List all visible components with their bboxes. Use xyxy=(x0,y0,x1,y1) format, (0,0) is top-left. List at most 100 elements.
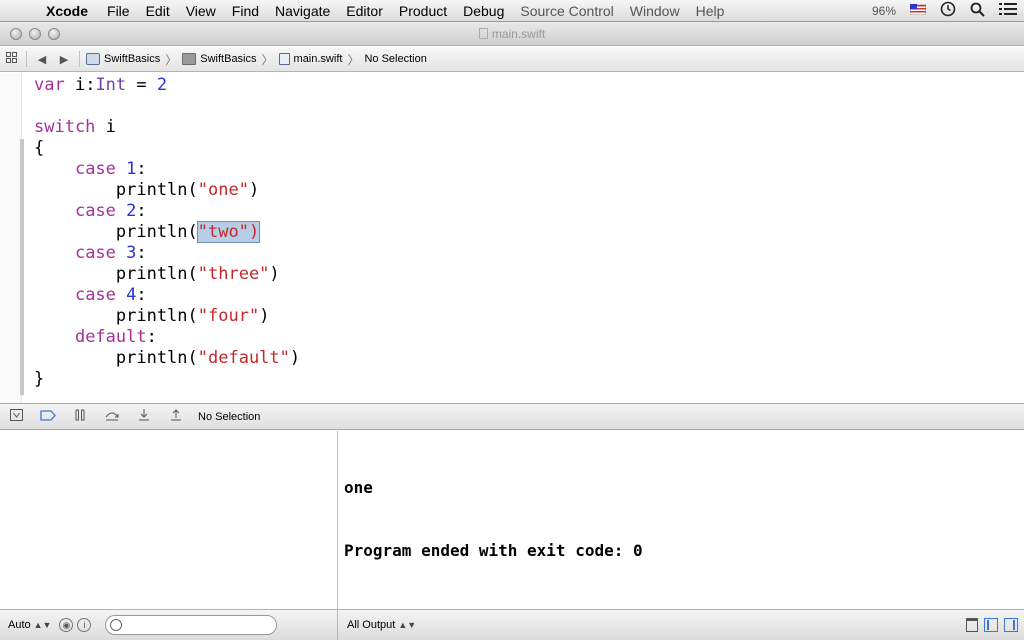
quick-look-eye-icon[interactable]: ◉ xyxy=(59,618,74,632)
code-line[interactable]: println("one") xyxy=(34,180,300,201)
zoom-window-button[interactable] xyxy=(48,27,60,40)
code-token: ) xyxy=(248,180,260,200)
menu-view[interactable]: View xyxy=(178,3,224,19)
variables-scope-popup[interactable]: Auto ▲▼ xyxy=(8,619,51,631)
variables-view[interactable] xyxy=(0,431,338,609)
minimize-window-button[interactable] xyxy=(29,27,41,40)
related-items-grid-icon[interactable] xyxy=(0,52,22,66)
code-token: : xyxy=(136,159,147,179)
breakpoints-toggle-icon[interactable] xyxy=(32,409,64,424)
code-line[interactable]: println("three") xyxy=(34,264,300,285)
code-line[interactable]: println("four") xyxy=(34,306,300,327)
code-line[interactable]: default: xyxy=(34,327,300,348)
step-over-icon[interactable] xyxy=(96,409,128,424)
breadcrumb-label: SwiftBasics xyxy=(104,53,161,65)
flag-icon[interactable] xyxy=(903,3,933,18)
time-machine-icon[interactable] xyxy=(933,1,963,20)
menu-source-control[interactable]: Source Control xyxy=(512,3,621,19)
code-token: 3 xyxy=(126,243,137,263)
output-filter-label: All Output xyxy=(347,619,396,631)
editor-gutter[interactable] xyxy=(0,73,22,403)
menu-product[interactable]: Product xyxy=(391,3,455,19)
code-line[interactable]: { xyxy=(34,138,300,159)
code-token: switch xyxy=(34,117,96,137)
show-console-view-icon[interactable] xyxy=(1004,618,1018,632)
hide-debug-area-icon[interactable] xyxy=(0,409,32,424)
code-token: Int xyxy=(95,75,127,95)
code-token: default xyxy=(74,327,147,347)
code-token: : xyxy=(136,243,147,263)
breadcrumb-chevron-icon: 〉 xyxy=(165,52,178,67)
console-line: Program ended with exit code: 0 xyxy=(344,541,643,560)
breadcrumb-file[interactable]: main.swift xyxy=(277,53,345,65)
spotlight-search-icon[interactable] xyxy=(963,2,992,20)
code-line[interactable]: println("two") xyxy=(34,221,300,243)
code-token: case xyxy=(74,243,116,263)
menu-xcode[interactable]: Xcode xyxy=(40,3,99,19)
back-arrow-icon[interactable]: ◀ xyxy=(31,53,53,66)
code-token: = xyxy=(126,75,157,95)
code-line[interactable]: } xyxy=(34,369,300,390)
code-token: case xyxy=(74,285,116,305)
menu-edit[interactable]: Edit xyxy=(138,3,178,19)
swift-file-icon xyxy=(278,53,290,65)
menu-window[interactable]: Window xyxy=(622,3,688,19)
forward-arrow-icon[interactable]: ▶ xyxy=(53,53,75,66)
clear-console-trash-icon[interactable] xyxy=(966,618,978,632)
breadcrumb-project[interactable]: SwiftBasics xyxy=(84,53,162,65)
menu-file[interactable]: File xyxy=(99,3,138,19)
breadcrumb-label: SwiftBasics xyxy=(200,53,257,65)
code-token: println( xyxy=(34,180,198,200)
swift-file-icon xyxy=(478,27,488,39)
variables-scope-label: Auto xyxy=(8,619,31,631)
code-line[interactable]: switch i xyxy=(34,117,300,138)
code-text[interactable]: var i:Int = 2 switch i{ case 1: println("… xyxy=(34,75,300,390)
debug-bar: No Selection xyxy=(0,403,1024,430)
debug-footer-bar: Auto ▲▼ ◉ i All Output ▲▼ xyxy=(0,609,1024,640)
console-output[interactable]: one Program ended with exit code: 0 xyxy=(339,431,1024,609)
window-title: main.swift xyxy=(0,27,1024,41)
code-line[interactable]: var i:Int = 2 xyxy=(34,75,300,96)
code-folding-ribbon[interactable] xyxy=(20,139,24,395)
code-line[interactable]: case 3: xyxy=(34,243,300,264)
code-token: "default" xyxy=(197,348,290,368)
jump-bar-divider xyxy=(26,51,27,67)
code-token: ) xyxy=(289,348,301,368)
output-filter-popup[interactable]: All Output ▲▼ xyxy=(347,619,416,631)
window-controls xyxy=(0,27,60,40)
code-token: 2 xyxy=(126,201,137,221)
step-out-icon[interactable] xyxy=(160,409,192,424)
code-line[interactable] xyxy=(34,96,300,117)
code-line[interactable]: case 2: xyxy=(34,201,300,222)
show-variables-view-icon[interactable] xyxy=(984,618,998,632)
menu-debug[interactable]: Debug xyxy=(455,3,512,19)
variables-filter-field[interactable] xyxy=(105,615,278,635)
code-token: println( xyxy=(34,306,198,326)
notification-center-icon[interactable] xyxy=(992,2,1024,19)
console-tools xyxy=(966,618,1024,632)
menu-find[interactable]: Find xyxy=(224,3,267,19)
code-token: { xyxy=(34,138,45,158)
menu-navigate[interactable]: Navigate xyxy=(267,3,338,19)
menu-help[interactable]: Help xyxy=(688,3,733,19)
breadcrumb-group[interactable]: SwiftBasics xyxy=(180,53,258,65)
step-into-icon[interactable] xyxy=(128,409,160,424)
code-token: "three" xyxy=(197,264,270,284)
source-editor[interactable]: var i:Int = 2 switch i{ case 1: println("… xyxy=(0,73,1024,403)
code-line[interactable]: println("default") xyxy=(34,348,300,369)
breadcrumb-symbol[interactable]: No Selection xyxy=(362,53,428,65)
code-line[interactable]: case 1: xyxy=(34,159,300,180)
window-title-bar: main.swift xyxy=(0,22,1024,46)
code-line[interactable]: case 4: xyxy=(34,285,300,306)
info-icon[interactable]: i xyxy=(77,618,92,632)
menu-editor[interactable]: Editor xyxy=(338,3,391,19)
pause-icon[interactable] xyxy=(64,409,96,424)
battery-status[interactable]: 96% xyxy=(865,4,903,18)
close-window-button[interactable] xyxy=(10,27,22,40)
